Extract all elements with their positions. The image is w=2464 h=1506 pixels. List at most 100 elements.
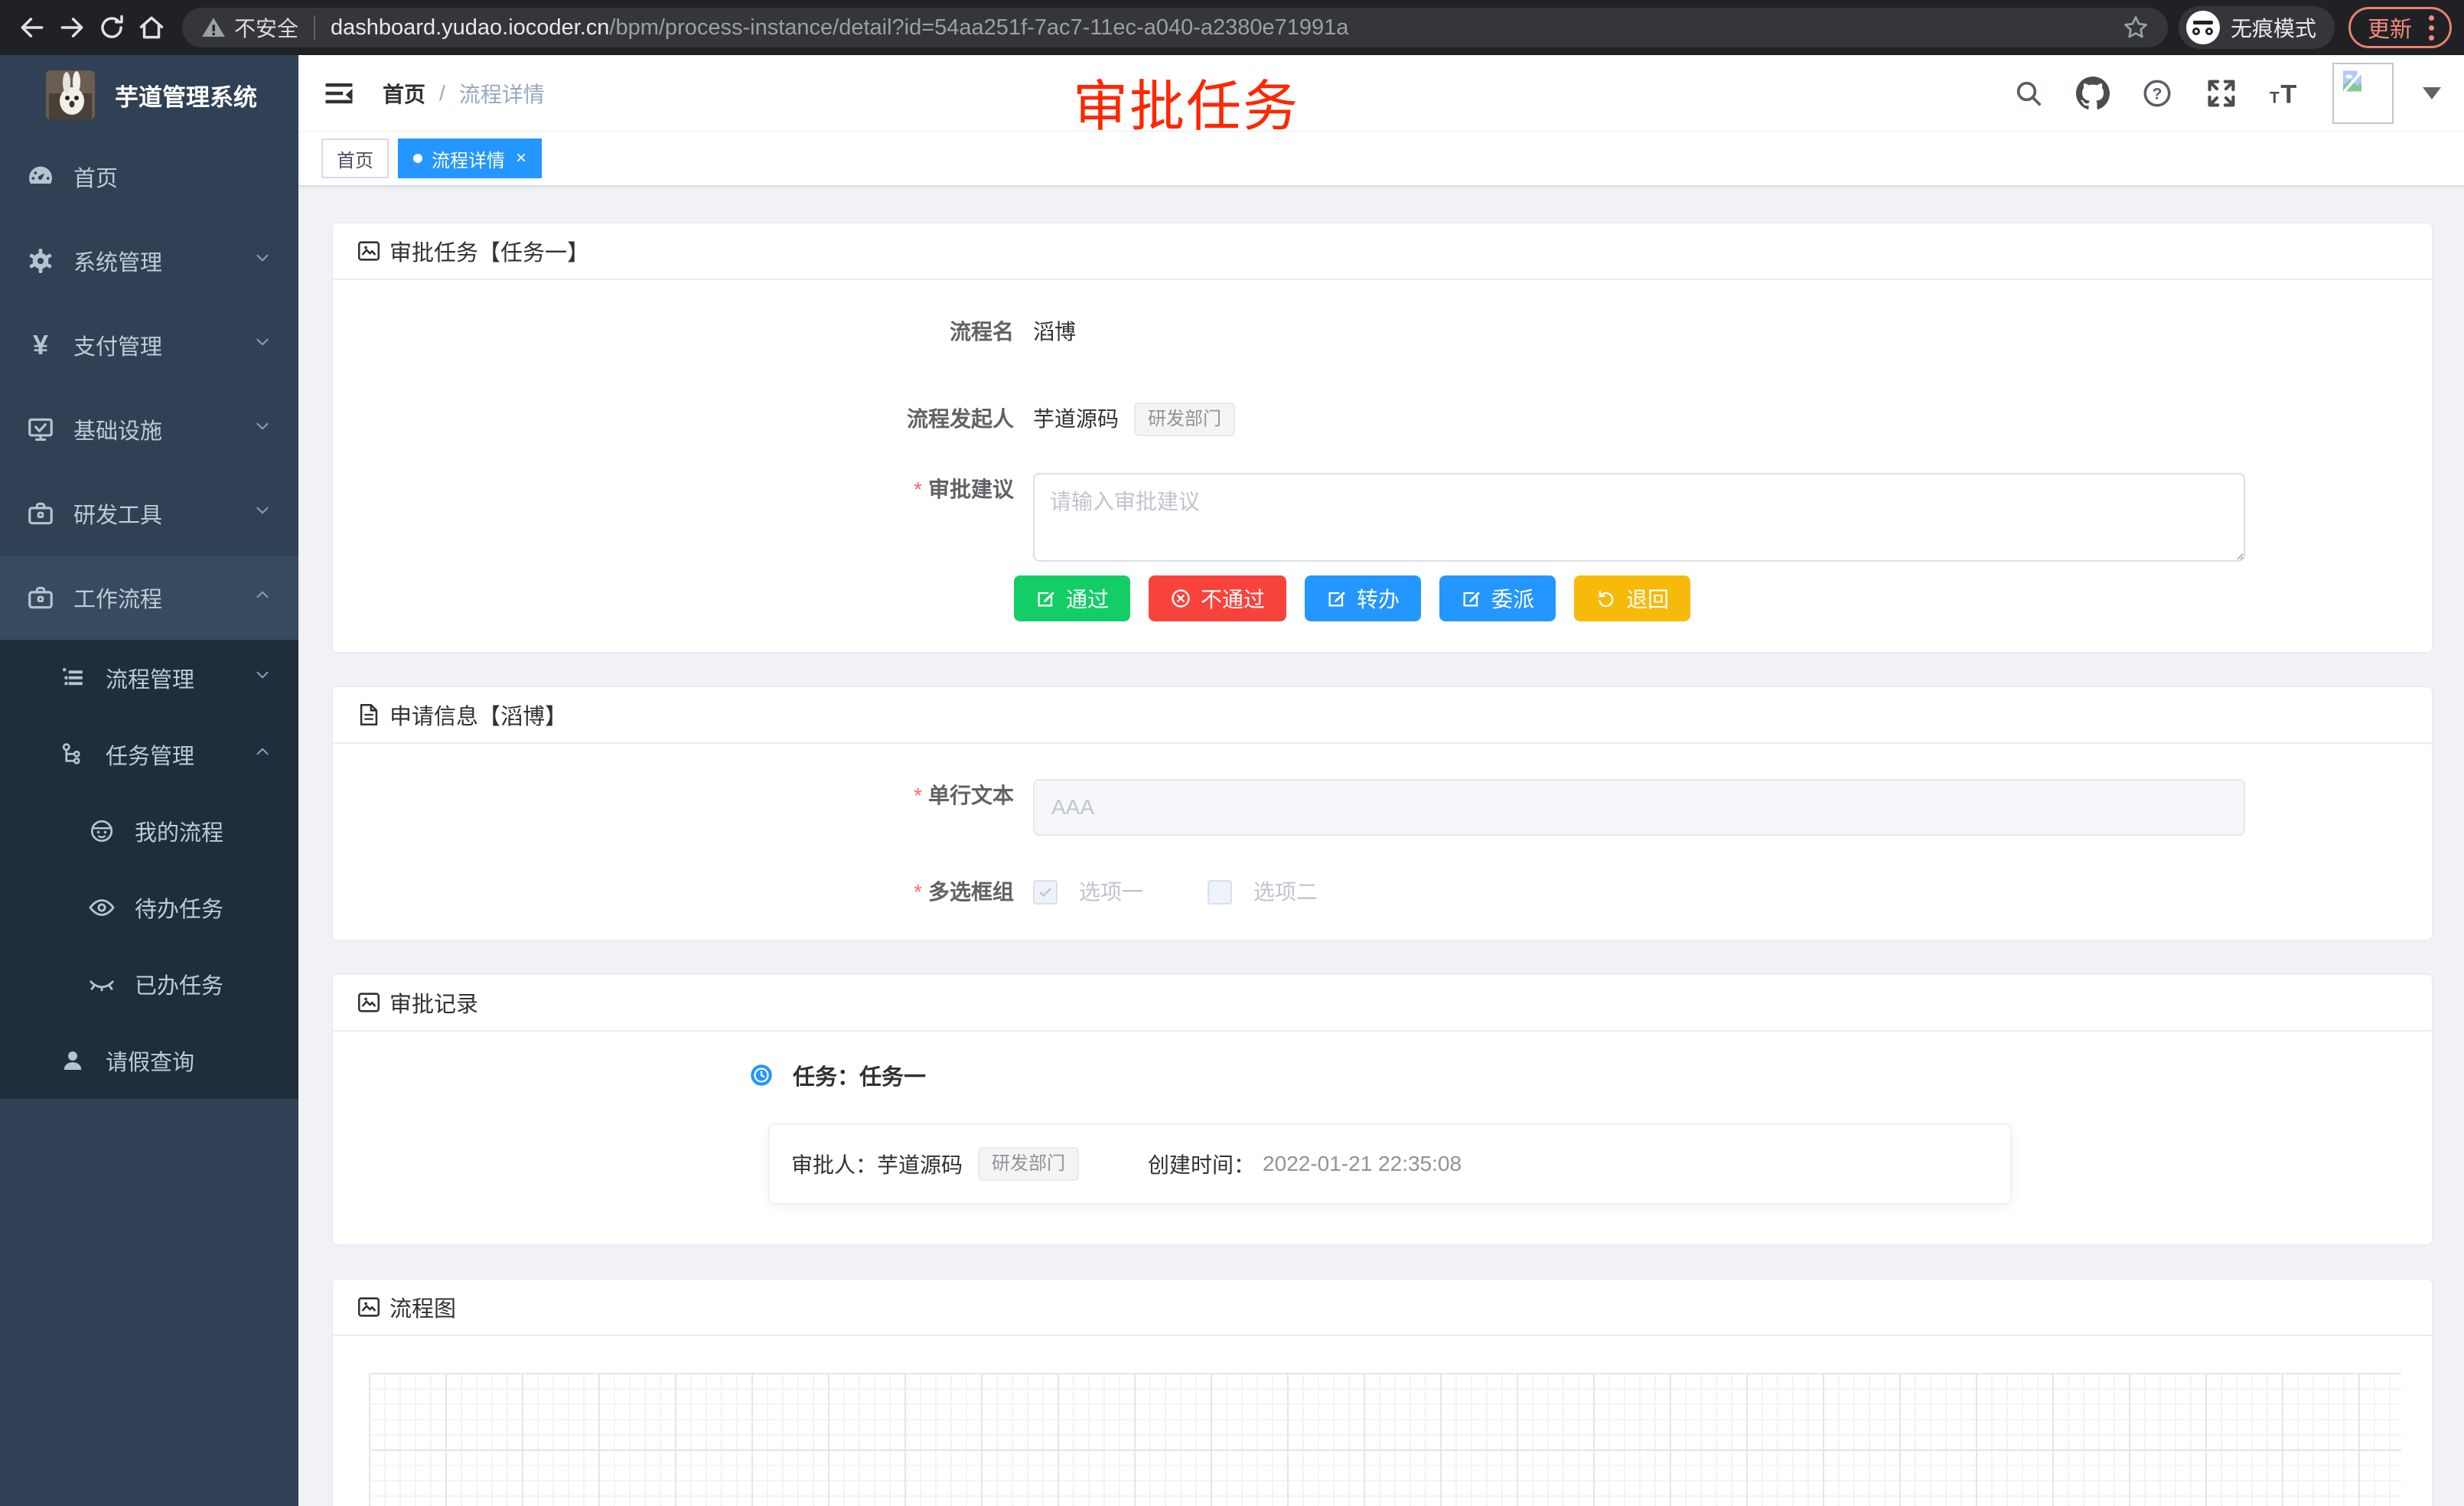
security-label: 不安全 (234, 12, 298, 43)
bookmark-star-icon[interactable] (2122, 14, 2149, 41)
tab-label: 首页 (337, 145, 373, 172)
form-row-checkbox-group: *多选框组 选项一 (333, 875, 2432, 909)
sidebar-item-todo-tasks[interactable]: 待办任务 (0, 869, 298, 946)
reject-button[interactable]: 不通过 (1149, 575, 1286, 621)
form-row-opinion: *审批建议 (333, 473, 2432, 562)
sidebar-item-workflow[interactable]: 工作流程 (0, 556, 298, 640)
incognito-badge: 无痕模式 (2179, 6, 2335, 49)
sidebar-item-done-tasks[interactable]: 已办任务 (0, 946, 298, 1022)
browser-back-button[interactable] (12, 8, 52, 47)
breadcrumb-home[interactable]: 首页 (383, 78, 425, 109)
top-navbar: 首页 / 流程详情 审批任务 ? TT (298, 55, 2464, 132)
kebab-menu-icon[interactable] (2424, 15, 2439, 41)
tab-process-detail[interactable]: 流程详情 × (398, 139, 542, 178)
briefcase-icon (23, 583, 58, 612)
single-line-input[interactable] (1033, 779, 2245, 836)
checkbox-label: 选项二 (1253, 875, 1318, 909)
arrow-left-icon (18, 13, 47, 42)
approve-button[interactable]: 通过 (1014, 575, 1130, 621)
opinion-textarea[interactable] (1033, 473, 2245, 562)
timeline-task-row: 任务：任务一 (750, 1059, 2432, 1091)
sidebar-item-process-mgmt[interactable]: 流程管理 (0, 640, 298, 716)
sidebar-item-leave-query[interactable]: 请假查询 (0, 1022, 298, 1099)
tab-home[interactable]: 首页 (321, 139, 389, 178)
sidebar-item-label: 流程管理 (106, 662, 253, 694)
broken-image-icon (2339, 67, 2366, 95)
assignee-label: 审批人： (791, 1149, 877, 1179)
checkbox-group: 选项一 选项二 (1033, 875, 1318, 909)
font-size-icon[interactable]: TT (2268, 76, 2303, 111)
card-body: *单行文本 *多选框组 (333, 744, 2432, 940)
sidebar-item-label: 请假查询 (106, 1045, 277, 1077)
github-icon[interactable] (2075, 76, 2110, 111)
address-separator (314, 15, 315, 40)
sidebar-item-payment[interactable]: ¥ 支付管理 (0, 303, 298, 387)
card-header: 审批任务【任务一】 (333, 223, 2432, 280)
picture-icon (356, 989, 382, 1015)
assignee-name: 芋道源码 (877, 1149, 963, 1179)
sidebar-item-my-process[interactable]: 我的流程 (0, 793, 298, 869)
edit-icon (1461, 588, 1482, 609)
document-icon (356, 702, 382, 728)
browser-update-menu[interactable]: 更新 (2348, 7, 2452, 48)
return-button[interactable]: 退回 (1574, 575, 1690, 621)
browser-forward-button[interactable] (52, 8, 92, 47)
flow-tree-icon (55, 741, 90, 768)
required-asterisk: * (914, 880, 922, 904)
update-label: 更新 (2368, 11, 2412, 44)
dept-tag: 研发部门 (978, 1147, 1079, 1181)
app-title: 芋道管理系统 (115, 78, 257, 112)
hamburger-collapse-icon[interactable] (321, 76, 357, 111)
chevron-down-icon (253, 665, 272, 691)
caret-down-icon[interactable] (2423, 87, 2441, 99)
card-header: 申请信息【滔博】 (333, 687, 2432, 744)
gear-icon (23, 246, 58, 275)
browser-toolbar: 不安全 dashboard.yudao.iocoder.cn/bpm/proce… (0, 0, 2464, 55)
picture-icon (356, 1294, 382, 1320)
checkbox-option-2[interactable]: 选项二 (1208, 875, 1318, 909)
browser-home-button[interactable] (132, 8, 171, 47)
transfer-button[interactable]: 转办 (1305, 575, 1421, 621)
sidebar-menu: 首页 系统管理 ¥ 支付管理 基础设施 研发工具 (0, 135, 298, 1099)
process-diagram-card: 流程图 (331, 1278, 2433, 1506)
toolbox-icon (23, 499, 58, 528)
created-label: 创建时间： (1148, 1149, 1255, 1179)
security-chip[interactable]: 不安全 (200, 12, 298, 43)
eye-closed-icon (84, 970, 119, 999)
opinion-field (1033, 473, 2245, 562)
app-logo-row[interactable]: 芋道管理系统 (0, 55, 298, 135)
sidebar-item-infrastructure[interactable]: 基础设施 (0, 387, 298, 471)
close-icon[interactable]: × (516, 149, 526, 168)
breadcrumb-current: 流程详情 (459, 78, 545, 109)
arrow-right-icon (57, 13, 86, 42)
tab-label: 流程详情 (432, 145, 505, 172)
sidebar-item-home[interactable]: 首页 (0, 135, 298, 219)
approval-task-card: 审批任务【任务一】 流程名 滔博 流程发起人 芋道源码 研发部门 (331, 222, 2433, 654)
delegate-button[interactable]: 委派 (1439, 575, 1556, 621)
sidebar-item-devtools[interactable]: 研发工具 (0, 471, 298, 556)
sidebar-item-label: 已办任务 (135, 968, 277, 1000)
checkbox-option-1[interactable]: 选项一 (1033, 875, 1143, 909)
user-avatar-broken[interactable] (2332, 63, 2394, 124)
eye-open-icon (84, 893, 119, 922)
sidebar-item-system[interactable]: 系统管理 (0, 219, 298, 303)
checkbox-label: 选项一 (1079, 875, 1143, 909)
edit-icon (1035, 588, 1057, 609)
form-row-text: *单行文本 (333, 779, 2432, 836)
sidebar-item-label: 工作流程 (73, 582, 253, 614)
edit-icon (1326, 588, 1348, 609)
text-field (1033, 779, 2245, 836)
initiator-value: 芋道源码 研发部门 (1033, 403, 1235, 436)
card-title: 审批记录 (389, 986, 478, 1019)
required-asterisk: * (914, 478, 922, 501)
help-icon[interactable]: ? (2140, 76, 2175, 111)
search-icon[interactable] (2011, 76, 2046, 111)
sidebar-item-task-mgmt[interactable]: 任务管理 (0, 716, 298, 793)
fullscreen-icon[interactable] (2204, 76, 2239, 111)
application-info-card: 申请信息【滔博】 *单行文本 *多选框组 (331, 686, 2433, 941)
active-dot (413, 154, 422, 163)
browser-reload-button[interactable] (92, 8, 132, 47)
address-bar[interactable]: 不安全 dashboard.yudao.iocoder.cn/bpm/proce… (182, 8, 2168, 47)
sidebar-item-label: 基础设施 (73, 413, 253, 445)
bpmn-canvas[interactable] (369, 1373, 2401, 1506)
